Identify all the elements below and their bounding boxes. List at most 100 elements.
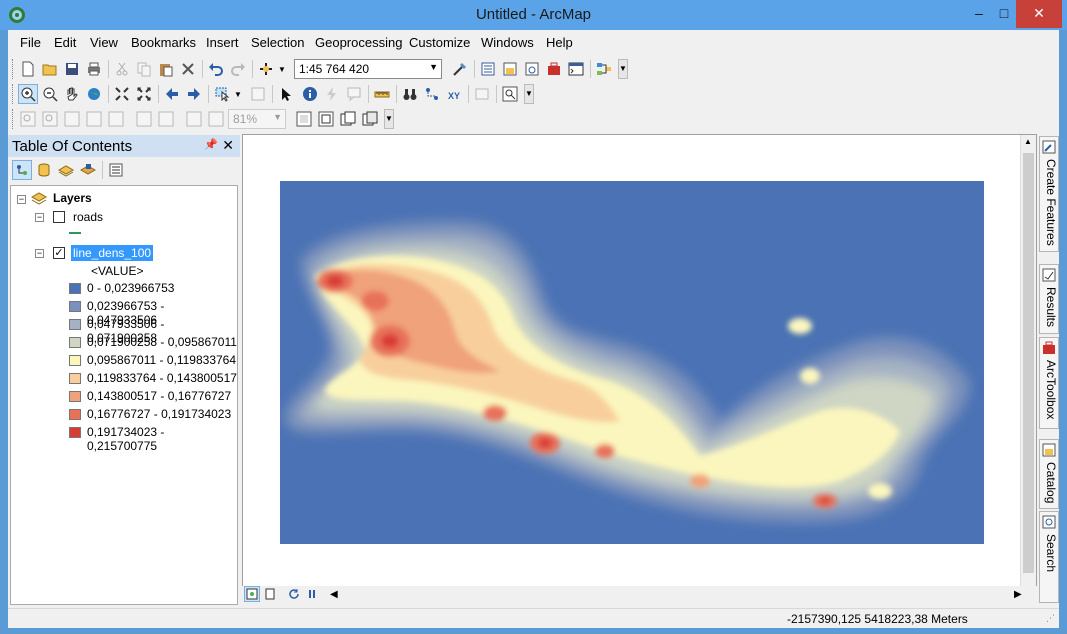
search-window-button[interactable] bbox=[522, 59, 542, 79]
select-features-dropdown[interactable]: ▼ bbox=[232, 84, 244, 104]
roads-layer-label[interactable]: roads bbox=[73, 210, 103, 224]
vertical-scrollbar[interactable]: ▲ ▼ bbox=[1020, 135, 1036, 605]
undo-button[interactable] bbox=[206, 59, 226, 79]
toolbar-grip[interactable] bbox=[12, 84, 15, 104]
legend-swatch[interactable] bbox=[69, 373, 81, 384]
layout-fixed-zoom-out-button[interactable] bbox=[156, 109, 176, 129]
go-back-button[interactable] bbox=[162, 84, 182, 104]
legend-swatch[interactable] bbox=[69, 355, 81, 366]
list-by-visibility-button[interactable] bbox=[56, 160, 76, 180]
change-layout-button[interactable] bbox=[338, 109, 358, 129]
maximize-button[interactable]: □ bbox=[990, 0, 1018, 28]
zoom-whole-page-button[interactable] bbox=[84, 109, 104, 129]
menu-view[interactable]: View bbox=[90, 35, 118, 50]
toolbar-options-dropdown[interactable]: ▼ bbox=[524, 84, 534, 104]
layout-zoom-select[interactable]: 81% ▼ bbox=[228, 109, 286, 129]
add-data-dropdown[interactable]: ▼ bbox=[276, 59, 288, 79]
legend-swatch[interactable] bbox=[69, 409, 81, 420]
layout-forward-button[interactable] bbox=[206, 109, 226, 129]
toolbar-grip[interactable] bbox=[12, 59, 15, 79]
resize-grip-icon[interactable]: ⋰ bbox=[1046, 613, 1055, 624]
layout-back-button[interactable] bbox=[184, 109, 204, 129]
editor-toolbar-button[interactable] bbox=[450, 59, 470, 79]
line-dens-collapse-toggle[interactable]: − bbox=[35, 249, 44, 258]
scroll-up-icon[interactable]: ▲ bbox=[1024, 137, 1032, 146]
menu-file[interactable]: File bbox=[20, 35, 41, 50]
legend-swatch[interactable] bbox=[69, 301, 81, 312]
menu-insert[interactable]: Insert bbox=[206, 35, 239, 50]
menu-customize[interactable]: Customize bbox=[409, 35, 470, 50]
delete-button[interactable] bbox=[178, 59, 198, 79]
layers-collapse-toggle[interactable]: − bbox=[17, 195, 26, 204]
line-dens-visibility-checkbox[interactable]: ✓ bbox=[53, 247, 65, 259]
legend-swatch[interactable] bbox=[69, 391, 81, 402]
html-popup-button[interactable] bbox=[344, 84, 364, 104]
find-route-button[interactable] bbox=[422, 84, 442, 104]
close-icon[interactable]: ✕ bbox=[222, 137, 234, 154]
select-features-button[interactable] bbox=[212, 84, 232, 104]
redo-button[interactable] bbox=[228, 59, 248, 79]
horizontal-scrollbar[interactable] bbox=[342, 590, 1012, 602]
list-by-selection-button[interactable] bbox=[78, 160, 98, 180]
scroll-left-icon[interactable]: ◀ bbox=[330, 589, 338, 600]
vertical-scroll-thumb[interactable] bbox=[1023, 153, 1034, 573]
python-window-button[interactable] bbox=[566, 59, 586, 79]
save-button[interactable] bbox=[62, 59, 82, 79]
layout-fixed-zoom-in-button[interactable] bbox=[134, 109, 154, 129]
magnifier-window-button[interactable] bbox=[500, 84, 520, 104]
list-by-drawing-order-button[interactable] bbox=[12, 160, 32, 180]
data-view-button[interactable] bbox=[244, 586, 260, 602]
new-document-button[interactable] bbox=[18, 59, 38, 79]
find-button[interactable] bbox=[400, 84, 420, 104]
minimize-button[interactable]: – bbox=[965, 0, 993, 28]
menu-windows[interactable]: Windows bbox=[481, 35, 534, 50]
toc-options-button[interactable] bbox=[106, 160, 126, 180]
menu-help[interactable]: Help bbox=[546, 35, 573, 50]
copy-button[interactable] bbox=[134, 59, 154, 79]
pan-button[interactable] bbox=[62, 84, 82, 104]
go-to-xy-button[interactable]: XY bbox=[444, 84, 464, 104]
layout-zoom-out-button[interactable] bbox=[40, 109, 60, 129]
go-forward-button[interactable] bbox=[184, 84, 204, 104]
layout-zoom-in-button[interactable] bbox=[18, 109, 38, 129]
hyperlink-button[interactable] bbox=[322, 84, 342, 104]
legend-swatch[interactable] bbox=[69, 319, 81, 330]
zoom-in-button[interactable] bbox=[18, 84, 38, 104]
print-button[interactable] bbox=[84, 59, 104, 79]
select-elements-button[interactable] bbox=[276, 84, 296, 104]
legend-swatch[interactable] bbox=[69, 283, 81, 294]
line-dens-layer-label[interactable]: line_dens_100 bbox=[71, 245, 154, 261]
layout-view-button[interactable] bbox=[262, 586, 278, 602]
identify-button[interactable] bbox=[300, 84, 320, 104]
toolbar-options-dropdown[interactable]: ▼ bbox=[618, 59, 628, 79]
dock-tab-results[interactable]: Results bbox=[1039, 264, 1059, 334]
roads-line-symbol[interactable] bbox=[69, 232, 81, 234]
list-by-source-button[interactable] bbox=[34, 160, 54, 180]
roads-visibility-checkbox[interactable] bbox=[53, 211, 65, 223]
data-driven-pages-button[interactable] bbox=[360, 109, 380, 129]
layout-pan-button[interactable] bbox=[62, 109, 82, 129]
menu-geoprocessing[interactable]: Geoprocessing bbox=[315, 35, 402, 50]
dock-tab-create-features[interactable]: Create Features bbox=[1039, 136, 1059, 252]
model-builder-button[interactable] bbox=[594, 59, 614, 79]
scroll-right-icon[interactable]: ▶ bbox=[1014, 589, 1022, 600]
menu-bookmarks[interactable]: Bookmarks bbox=[131, 35, 196, 50]
zoom-100-button[interactable] bbox=[106, 109, 126, 129]
close-button[interactable]: ✕ bbox=[1016, 0, 1062, 28]
fixed-zoom-out-button[interactable] bbox=[134, 84, 154, 104]
map-scale-select[interactable]: 1:45 764 420 ▼ bbox=[294, 59, 442, 79]
full-extent-button[interactable] bbox=[84, 84, 104, 104]
pin-icon[interactable]: 📌 bbox=[204, 138, 218, 151]
dock-tab-arctoolbox[interactable]: ArcToolbox bbox=[1039, 337, 1059, 429]
density-raster[interactable] bbox=[280, 181, 984, 544]
toolbar-grip[interactable] bbox=[12, 109, 15, 129]
dock-tab-search[interactable]: Search bbox=[1039, 511, 1059, 603]
time-slider-button[interactable] bbox=[472, 84, 492, 104]
menu-edit[interactable]: Edit bbox=[54, 35, 76, 50]
open-button[interactable] bbox=[40, 59, 60, 79]
pause-drawing-button[interactable] bbox=[304, 586, 320, 602]
legend-swatch[interactable] bbox=[69, 427, 81, 438]
clear-selection-button[interactable] bbox=[248, 84, 268, 104]
cut-button[interactable] bbox=[112, 59, 132, 79]
legend-swatch[interactable] bbox=[69, 337, 81, 348]
